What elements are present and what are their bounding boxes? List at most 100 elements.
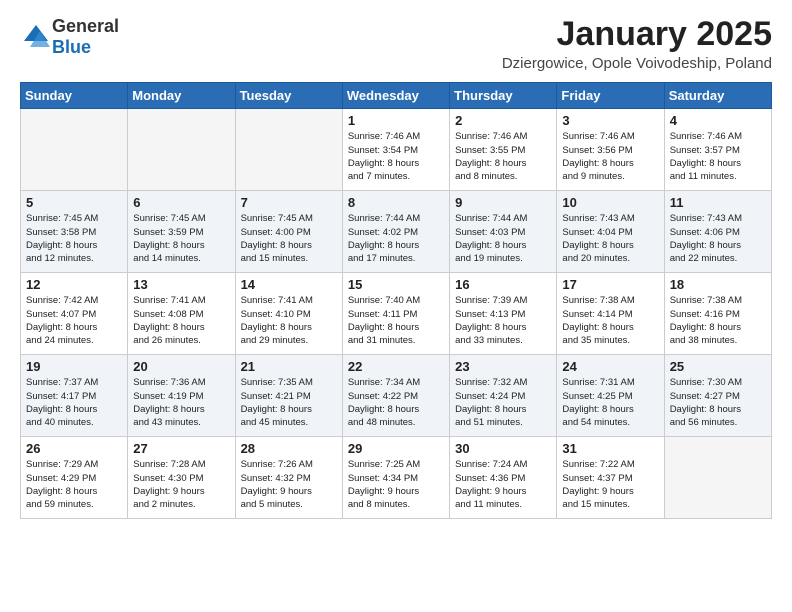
calendar-header-row: SundayMondayTuesdayWednesdayThursdayFrid… xyxy=(21,83,772,109)
day-info: Sunrise: 7:45 AM Sunset: 3:59 PM Dayligh… xyxy=(133,212,229,265)
calendar-week-row: 26 Sunrise: 7:29 AM Sunset: 4:29 PM Dayli… xyxy=(21,437,772,519)
day-number: 6 xyxy=(133,195,229,210)
day-number: 5 xyxy=(26,195,122,210)
day-info: Sunrise: 7:31 AM Sunset: 4:25 PM Dayligh… xyxy=(562,376,658,429)
calendar-cell: 31 Sunrise: 7:22 AM Sunset: 4:37 PM Dayli… xyxy=(557,437,664,519)
day-info: Sunrise: 7:36 AM Sunset: 4:19 PM Dayligh… xyxy=(133,376,229,429)
weekday-header: Thursday xyxy=(450,83,557,109)
calendar-cell: 25Sunrise: 7:30 AM Sunset: 4:27 PM Dayli… xyxy=(664,355,771,437)
day-info: Sunrise: 7:39 AM Sunset: 4:13 PM Dayligh… xyxy=(455,294,551,347)
day-number: 10 xyxy=(562,195,658,210)
calendar-week-row: 5 Sunrise: 7:45 AM Sunset: 3:58 PM Daylig… xyxy=(21,191,772,273)
calendar-cell: 14 Sunrise: 7:41 AM Sunset: 4:10 PM Dayli… xyxy=(235,273,342,355)
calendar-cell xyxy=(664,437,771,519)
day-number: 2 xyxy=(455,113,551,128)
day-info: Sunrise: 7:26 AM Sunset: 4:32 PM Dayligh… xyxy=(241,458,337,511)
title-block: January 2025 Dziergowice, Opole Voivodes… xyxy=(502,16,772,72)
day-info: Sunrise: 7:46 AM Sunset: 3:56 PM Dayligh… xyxy=(562,130,658,183)
day-info: Sunrise: 7:40 AM Sunset: 4:11 PM Dayligh… xyxy=(348,294,444,347)
calendar-cell: 6 Sunrise: 7:45 AM Sunset: 3:59 PM Daylig… xyxy=(128,191,235,273)
calendar-cell: 19 Sunrise: 7:37 AM Sunset: 4:17 PM Dayli… xyxy=(21,355,128,437)
day-info: Sunrise: 7:25 AM Sunset: 4:34 PM Dayligh… xyxy=(348,458,444,511)
logo-icon xyxy=(20,21,52,53)
day-number: 30 xyxy=(455,441,551,456)
day-number: 28 xyxy=(241,441,337,456)
logo-general: General xyxy=(52,16,119,36)
calendar-cell: 2 Sunrise: 7:46 AM Sunset: 3:55 PM Daylig… xyxy=(450,109,557,191)
day-number: 12 xyxy=(26,277,122,292)
day-info: Sunrise: 7:24 AM Sunset: 4:36 PM Dayligh… xyxy=(455,458,551,511)
calendar-cell: 17Sunrise: 7:38 AM Sunset: 4:14 PM Dayli… xyxy=(557,273,664,355)
weekday-header: Tuesday xyxy=(235,83,342,109)
day-info: Sunrise: 7:43 AM Sunset: 4:04 PM Dayligh… xyxy=(562,212,658,265)
day-number: 22 xyxy=(348,359,444,374)
day-info: Sunrise: 7:46 AM Sunset: 3:57 PM Dayligh… xyxy=(670,130,766,183)
day-number: 31 xyxy=(562,441,658,456)
day-info: Sunrise: 7:45 AM Sunset: 4:00 PM Dayligh… xyxy=(241,212,337,265)
weekday-header: Friday xyxy=(557,83,664,109)
calendar-cell: 15 Sunrise: 7:40 AM Sunset: 4:11 PM Dayli… xyxy=(342,273,449,355)
calendar-cell: 30 Sunrise: 7:24 AM Sunset: 4:36 PM Dayli… xyxy=(450,437,557,519)
day-info: Sunrise: 7:37 AM Sunset: 4:17 PM Dayligh… xyxy=(26,376,122,429)
day-number: 29 xyxy=(348,441,444,456)
day-number: 11 xyxy=(670,195,766,210)
calendar-cell: 26 Sunrise: 7:29 AM Sunset: 4:29 PM Dayli… xyxy=(21,437,128,519)
day-info: Sunrise: 7:28 AM Sunset: 4:30 PM Dayligh… xyxy=(133,458,229,511)
day-info: Sunrise: 7:29 AM Sunset: 4:29 PM Dayligh… xyxy=(26,458,122,511)
day-number: 23 xyxy=(455,359,551,374)
day-number: 17 xyxy=(562,277,658,292)
day-info: Sunrise: 7:34 AM Sunset: 4:22 PM Dayligh… xyxy=(348,376,444,429)
calendar-table: SundayMondayTuesdayWednesdayThursdayFrid… xyxy=(20,82,772,519)
day-number: 18 xyxy=(670,277,766,292)
day-number: 14 xyxy=(241,277,337,292)
calendar-cell: 28 Sunrise: 7:26 AM Sunset: 4:32 PM Dayli… xyxy=(235,437,342,519)
calendar-cell: 3Sunrise: 7:46 AM Sunset: 3:56 PM Daylig… xyxy=(557,109,664,191)
day-info: Sunrise: 7:22 AM Sunset: 4:37 PM Dayligh… xyxy=(562,458,658,511)
calendar-cell: 20 Sunrise: 7:36 AM Sunset: 4:19 PM Dayli… xyxy=(128,355,235,437)
weekday-header: Saturday xyxy=(664,83,771,109)
day-number: 16 xyxy=(455,277,551,292)
month-title: January 2025 xyxy=(502,16,772,53)
calendar-cell: 4Sunrise: 7:46 AM Sunset: 3:57 PM Daylig… xyxy=(664,109,771,191)
day-number: 8 xyxy=(348,195,444,210)
day-number: 19 xyxy=(26,359,122,374)
day-info: Sunrise: 7:46 AM Sunset: 3:54 PM Dayligh… xyxy=(348,130,444,183)
calendar-cell: 27 Sunrise: 7:28 AM Sunset: 4:30 PM Dayli… xyxy=(128,437,235,519)
day-number: 24 xyxy=(562,359,658,374)
calendar-cell: 24 Sunrise: 7:31 AM Sunset: 4:25 PM Dayli… xyxy=(557,355,664,437)
day-number: 9 xyxy=(455,195,551,210)
weekday-header: Monday xyxy=(128,83,235,109)
day-info: Sunrise: 7:42 AM Sunset: 4:07 PM Dayligh… xyxy=(26,294,122,347)
day-number: 13 xyxy=(133,277,229,292)
day-number: 1 xyxy=(348,113,444,128)
calendar-cell: 5 Sunrise: 7:45 AM Sunset: 3:58 PM Daylig… xyxy=(21,191,128,273)
day-number: 27 xyxy=(133,441,229,456)
calendar-cell: 13Sunrise: 7:41 AM Sunset: 4:08 PM Dayli… xyxy=(128,273,235,355)
day-info: Sunrise: 7:44 AM Sunset: 4:02 PM Dayligh… xyxy=(348,212,444,265)
header: General Blue January 2025 Dziergowice, O… xyxy=(20,16,772,72)
calendar-cell: 21Sunrise: 7:35 AM Sunset: 4:21 PM Dayli… xyxy=(235,355,342,437)
calendar-cell: 1 Sunrise: 7:46 AM Sunset: 3:54 PM Daylig… xyxy=(342,109,449,191)
location-title: Dziergowice, Opole Voivodeship, Poland xyxy=(502,55,772,72)
calendar-cell: 22 Sunrise: 7:34 AM Sunset: 4:22 PM Dayli… xyxy=(342,355,449,437)
calendar-cell: 11 Sunrise: 7:43 AM Sunset: 4:06 PM Dayli… xyxy=(664,191,771,273)
day-info: Sunrise: 7:44 AM Sunset: 4:03 PM Dayligh… xyxy=(455,212,551,265)
calendar-cell xyxy=(128,109,235,191)
day-info: Sunrise: 7:32 AM Sunset: 4:24 PM Dayligh… xyxy=(455,376,551,429)
day-number: 20 xyxy=(133,359,229,374)
day-number: 15 xyxy=(348,277,444,292)
day-info: Sunrise: 7:43 AM Sunset: 4:06 PM Dayligh… xyxy=(670,212,766,265)
weekday-header: Sunday xyxy=(21,83,128,109)
page: General Blue January 2025 Dziergowice, O… xyxy=(0,0,792,612)
weekday-header: Wednesday xyxy=(342,83,449,109)
day-info: Sunrise: 7:45 AM Sunset: 3:58 PM Dayligh… xyxy=(26,212,122,265)
calendar-week-row: 1 Sunrise: 7:46 AM Sunset: 3:54 PM Daylig… xyxy=(21,109,772,191)
day-info: Sunrise: 7:35 AM Sunset: 4:21 PM Dayligh… xyxy=(241,376,337,429)
day-info: Sunrise: 7:30 AM Sunset: 4:27 PM Dayligh… xyxy=(670,376,766,429)
day-info: Sunrise: 7:46 AM Sunset: 3:55 PM Dayligh… xyxy=(455,130,551,183)
calendar-cell: 10 Sunrise: 7:43 AM Sunset: 4:04 PM Dayli… xyxy=(557,191,664,273)
day-info: Sunrise: 7:41 AM Sunset: 4:10 PM Dayligh… xyxy=(241,294,337,347)
day-number: 26 xyxy=(26,441,122,456)
calendar-cell: 12 Sunrise: 7:42 AM Sunset: 4:07 PM Dayli… xyxy=(21,273,128,355)
calendar-cell: 29 Sunrise: 7:25 AM Sunset: 4:34 PM Dayli… xyxy=(342,437,449,519)
